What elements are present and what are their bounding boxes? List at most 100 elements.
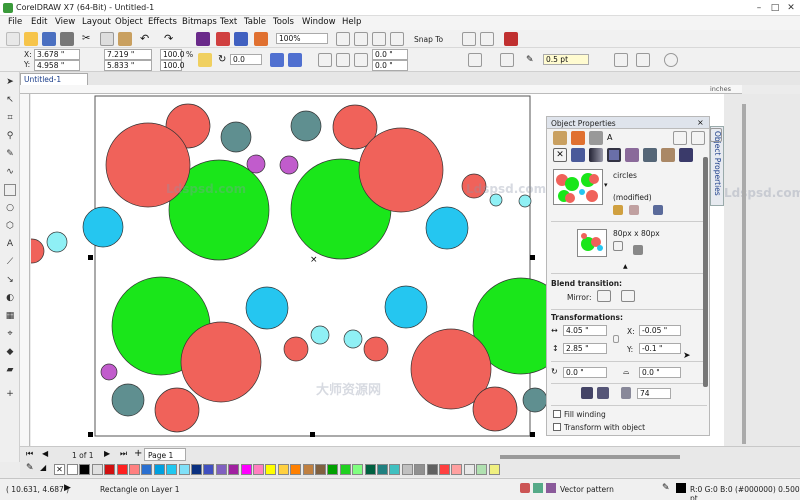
corner-radius-1-field[interactable]: 0.0 " <box>372 49 408 60</box>
zoom-tool-icon[interactable]: ⚲ <box>4 130 16 142</box>
cyan-circle[interactable] <box>245 286 289 330</box>
rotation-angle-field[interactable]: 0.0 <box>230 54 262 65</box>
text-tool-icon[interactable]: A <box>4 238 16 250</box>
menu-object[interactable]: Object <box>115 17 143 27</box>
pattern-dropdown-icon[interactable]: ▾ <box>604 181 608 189</box>
show-grid-icon[interactable] <box>372 32 386 46</box>
mirror-vertical-icon[interactable] <box>288 53 302 67</box>
new-document-icon[interactable] <box>6 32 20 46</box>
new-from-document-icon[interactable] <box>629 205 639 215</box>
paleCyan-circle[interactable] <box>46 231 68 253</box>
color-swatch[interactable] <box>116 464 128 475</box>
search-content-icon[interactable] <box>196 32 210 46</box>
parallel-dimension-icon[interactable]: ⟋ <box>4 256 16 268</box>
show-rulers-icon[interactable] <box>354 32 368 46</box>
save-icon[interactable] <box>42 32 56 46</box>
fill-indicator-icon[interactable] <box>520 483 530 493</box>
eyedropper-icon[interactable]: ✎ <box>26 463 34 473</box>
tile-width-field[interactable]: 4.05 " <box>563 325 607 336</box>
color-swatch[interactable] <box>215 464 227 475</box>
color-swatch[interactable] <box>104 464 116 475</box>
scale-width-field[interactable]: 100.0 <box>160 49 184 60</box>
freehand-tool-icon[interactable]: ✎ <box>4 148 16 160</box>
color-swatch[interactable] <box>290 464 302 475</box>
red-circle[interactable] <box>31 238 45 264</box>
color-swatch[interactable] <box>389 464 401 475</box>
print-icon[interactable] <box>60 32 74 46</box>
convert-to-curves-icon[interactable] <box>664 53 678 67</box>
welcome-screen-icon[interactable] <box>462 32 476 46</box>
paleCyan-circle[interactable] <box>518 194 532 208</box>
docker-close-icon[interactable]: × <box>697 118 704 127</box>
transform-with-object-checkbox[interactable] <box>553 423 561 431</box>
width-field[interactable]: 7.219 " <box>104 49 152 60</box>
ellipse-tool-icon[interactable]: ○ <box>4 202 16 214</box>
document-tab[interactable]: Untitled-1 <box>20 73 88 85</box>
row-offset-icon[interactable] <box>581 387 593 399</box>
summary-tab-icon[interactable] <box>691 131 705 145</box>
color-swatch[interactable] <box>414 464 426 475</box>
save-pattern-icon[interactable] <box>653 205 663 215</box>
menu-effects[interactable]: Effects <box>148 17 177 27</box>
color-swatch[interactable] <box>352 464 364 475</box>
teal-circle[interactable] <box>220 121 252 153</box>
offset-percent-field[interactable]: 74 <box>637 388 671 399</box>
vertical-ruler[interactable] <box>20 94 30 446</box>
eyedropper-tool-icon[interactable]: ⌖ <box>4 328 16 340</box>
close-icon[interactable]: ✕ <box>784 2 798 14</box>
first-page-icon[interactable]: ⏮ <box>26 449 33 459</box>
color-swatch[interactable] <box>240 464 252 475</box>
rectangle-tool-icon[interactable] <box>4 184 16 196</box>
menu-edit[interactable]: Edit <box>31 17 47 27</box>
outline-pen-status-icon[interactable]: ✎ <box>662 483 670 493</box>
paleCyan-circle[interactable] <box>310 325 330 345</box>
color-swatch[interactable] <box>253 464 264 475</box>
crop-tool-icon[interactable]: ⌗ <box>4 112 16 124</box>
mirror-horizontal-icon[interactable] <box>270 53 284 67</box>
cyan-circle[interactable] <box>384 285 428 329</box>
next-page-icon[interactable]: ▶ <box>104 449 110 458</box>
maximize-icon[interactable]: □ <box>768 2 782 14</box>
tile-height-field[interactable]: 2.85 " <box>563 343 607 354</box>
outline-tab-icon[interactable] <box>571 131 585 145</box>
postscript-fill-icon[interactable] <box>679 148 693 162</box>
scalloped-corner-icon[interactable] <box>336 53 350 67</box>
no-color-swatch[interactable]: ✕ <box>54 464 65 475</box>
color-swatch[interactable] <box>476 464 488 475</box>
add-tool-icon[interactable]: + <box>4 388 16 400</box>
color-swatch[interactable] <box>302 464 314 475</box>
color-swatch[interactable] <box>203 464 215 475</box>
minimize-icon[interactable]: – <box>752 2 766 14</box>
color-swatch[interactable] <box>153 464 165 475</box>
tile-tool-icon[interactable] <box>633 245 643 255</box>
teal-circle[interactable] <box>522 387 548 413</box>
teal-circle[interactable] <box>290 110 322 142</box>
round-corner-icon[interactable] <box>318 53 332 67</box>
text-tab-icon[interactable]: A <box>607 131 621 145</box>
export-icon[interactable] <box>234 32 248 46</box>
transparency-tab-icon[interactable] <box>589 131 603 145</box>
lock-ratio-icon[interactable] <box>198 53 212 67</box>
undo-icon[interactable]: ↶ <box>140 32 154 46</box>
relative-corner-icon[interactable] <box>468 53 482 67</box>
smart-fill-icon[interactable]: ▰ <box>4 364 16 376</box>
color-swatch[interactable] <box>277 464 289 475</box>
color-swatch[interactable] <box>488 464 500 475</box>
previous-page-icon[interactable]: ◀ <box>42 449 48 458</box>
red-circle[interactable] <box>283 336 309 362</box>
menu-layout[interactable]: Layout <box>82 17 111 27</box>
cut-icon[interactable]: ✂ <box>82 32 96 46</box>
options-icon[interactable] <box>480 32 494 46</box>
height-field[interactable]: 5.833 " <box>104 60 152 71</box>
bitmap-pattern-fill-icon[interactable] <box>625 148 639 162</box>
x-position-field[interactable]: 3.678 " <box>34 49 80 60</box>
artistic-media-icon[interactable]: ∿ <box>4 166 16 178</box>
pick-tool-icon[interactable]: ➤ <box>4 76 16 88</box>
color-swatch[interactable] <box>91 464 103 475</box>
wrap-text-icon[interactable] <box>500 53 514 67</box>
menu-window[interactable]: Window <box>302 17 336 27</box>
cyan-circle[interactable] <box>425 206 469 250</box>
mirror-horizontal-tile-icon[interactable] <box>597 290 611 302</box>
mirror-vertical-tile-icon[interactable] <box>621 290 635 302</box>
snap-to-dropdown[interactable]: Snap To <box>414 35 443 44</box>
